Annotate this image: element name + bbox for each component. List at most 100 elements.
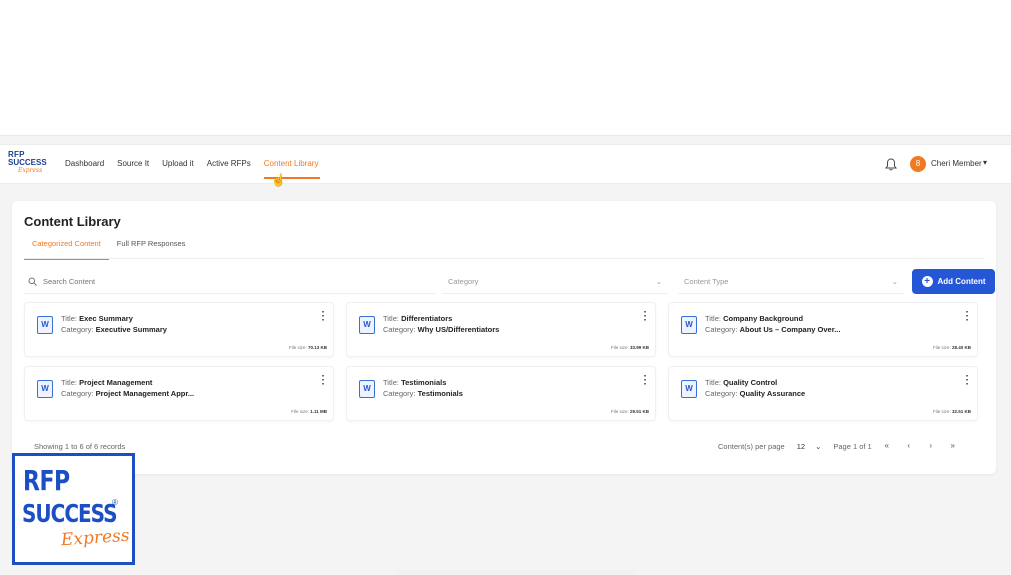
logo-line-2: SUCCESS — [22, 498, 118, 528]
content-category: Quality Assurance — [739, 389, 806, 398]
content-card[interactable]: W Title: Testimonials Category: Testimon… — [346, 366, 656, 421]
file-size-label: File size: — [932, 409, 951, 414]
content-category: Project Management Appr... — [95, 389, 195, 398]
logo-line-3: Express — [60, 525, 131, 551]
category-label: Category: — [705, 389, 738, 398]
content-card[interactable]: W Title: Exec Summary Category: Executiv… — [24, 302, 334, 357]
tab-bar: Categorized Content Full RFP Responses — [24, 239, 193, 260]
brand-logo[interactable]: RFP SUCCESS Express — [8, 151, 47, 179]
page-indicator: Page 1 of 1 — [833, 441, 872, 451]
category-select[interactable]: Category ⌄ — [442, 270, 668, 294]
next-page-icon[interactable]: › — [924, 439, 938, 453]
chevron-down-icon: ⌄ — [815, 441, 822, 451]
file-size-value: 29.51 KB — [629, 409, 649, 414]
file-size-label: File size: — [610, 409, 629, 414]
content-title: Company Background — [723, 314, 804, 323]
registered-mark: ® — [112, 498, 118, 507]
nav-source-it[interactable]: Source It — [117, 159, 149, 168]
more-options-icon[interactable]: · · · — [644, 308, 647, 326]
content-card[interactable]: W Title: Company Background Category: Ab… — [668, 302, 978, 357]
file-size-value: 28.40 KB — [951, 345, 971, 350]
chevron-down-icon: ⌄ — [891, 277, 898, 286]
file-size-value: 32.51 KB — [951, 409, 971, 414]
word-document-icon: W — [681, 316, 697, 334]
category-label: Category: — [383, 389, 416, 398]
content-title: Exec Summary — [79, 314, 133, 323]
category-label: Category: — [61, 389, 94, 398]
file-size: File size: 28.40 KB — [933, 345, 971, 350]
user-name[interactable]: Cheri Member — [931, 159, 982, 168]
tab-categorized-content[interactable]: Categorized Content — [24, 239, 109, 260]
content-title: Project Management — [79, 378, 153, 387]
file-size: File size: 70.13 KB — [289, 345, 327, 350]
per-page-label: Content(s) per page — [718, 441, 785, 451]
bottom-bar — [398, 570, 634, 575]
content-category: Testimonials — [417, 389, 463, 398]
word-document-icon: W — [359, 380, 375, 398]
add-content-label: Add Content — [937, 277, 986, 286]
file-size-label: File size: — [291, 409, 309, 414]
category-label: Category: — [61, 325, 94, 334]
word-document-icon: W — [681, 380, 697, 398]
hand-cursor-icon: ☝ — [271, 173, 286, 187]
add-content-button[interactable]: + Add Content — [912, 269, 995, 294]
chevron-down-icon[interactable]: ▾ — [983, 158, 987, 167]
app-window: RFP SUCCESS Express Dashboard Source It … — [0, 135, 1011, 575]
content-library-card: Content Library Categorized Content Full… — [12, 201, 996, 474]
content-title: Differentiators — [401, 314, 453, 323]
bell-icon[interactable] — [885, 158, 897, 171]
category-placeholder: Category — [448, 277, 479, 286]
word-document-icon: W — [37, 316, 53, 334]
title-label: Title: — [383, 378, 399, 387]
content-title: Testimonials — [401, 378, 447, 387]
previous-page-icon[interactable]: ‹ — [902, 439, 916, 453]
more-options-icon[interactable]: · · · — [966, 308, 969, 326]
content-card[interactable]: W Title: Project Management Category: Pr… — [24, 366, 334, 421]
plus-icon: + — [921, 276, 933, 287]
file-size-label: File size: — [932, 345, 951, 350]
more-options-icon[interactable]: · · · — [322, 308, 325, 326]
nav-active-rfps[interactable]: Active RFPs — [207, 159, 251, 168]
word-document-icon: W — [359, 316, 375, 334]
nav-upload-it[interactable]: Upload it — [162, 159, 194, 168]
content-category: About Us – Company Over... — [739, 325, 841, 334]
first-page-icon[interactable]: « — [880, 439, 894, 453]
per-page-select[interactable]: 12 ⌄ — [793, 438, 826, 454]
word-document-icon: W — [37, 380, 53, 398]
more-options-icon[interactable]: · · · — [322, 372, 325, 390]
file-size-label: File size: — [288, 345, 307, 350]
content-category: Executive Summary — [95, 325, 167, 334]
content-title: Quality Control — [723, 378, 778, 387]
search-icon — [28, 277, 37, 286]
content-type-select[interactable]: Content Type ⌄ — [678, 270, 904, 294]
content-card[interactable]: W Title: Differentiators Category: Why U… — [346, 302, 656, 357]
records-summary: Showing 1 to 6 of 6 records — [34, 442, 126, 451]
category-label: Category: — [705, 325, 738, 334]
file-size-value: 1.11 MB — [310, 409, 327, 414]
tab-divider — [24, 258, 984, 259]
nav-dashboard[interactable]: Dashboard — [65, 159, 104, 168]
tab-full-rfp-responses[interactable]: Full RFP Responses — [109, 239, 194, 260]
content-card[interactable]: W Title: Quality Control Category: Quali… — [668, 366, 978, 421]
nav-links: Dashboard Source It Upload it Active RFP… — [65, 159, 321, 179]
content-type-placeholder: Content Type — [684, 277, 729, 286]
last-page-icon[interactable]: » — [946, 439, 960, 453]
nav-content-library[interactable]: Content Library — [263, 159, 321, 179]
brand-line-2: SUCCESS — [8, 158, 47, 167]
watermark-logo: RFP SUCCESS ® Express — [12, 453, 135, 565]
file-size: File size: 29.51 KB — [611, 409, 649, 414]
more-options-icon[interactable]: · · · — [966, 372, 969, 390]
logo-line-1: RFP — [23, 466, 70, 498]
per-page-value: 12 — [796, 441, 806, 451]
search-input[interactable] — [43, 277, 403, 286]
title-label: Title: — [705, 314, 721, 323]
content-category: Why US/Differentiators — [417, 325, 500, 334]
brand-line-3: Express — [18, 167, 43, 174]
avatar[interactable]: 8 — [910, 156, 926, 172]
top-navbar: RFP SUCCESS Express Dashboard Source It … — [0, 144, 1011, 187]
more-options-icon[interactable]: · · · — [644, 372, 647, 390]
title-label: Title: — [383, 314, 399, 323]
file-size: File size: 33.99 KB — [611, 345, 649, 350]
title-label: Title: — [61, 314, 77, 323]
chevron-down-icon: ⌄ — [655, 277, 662, 286]
